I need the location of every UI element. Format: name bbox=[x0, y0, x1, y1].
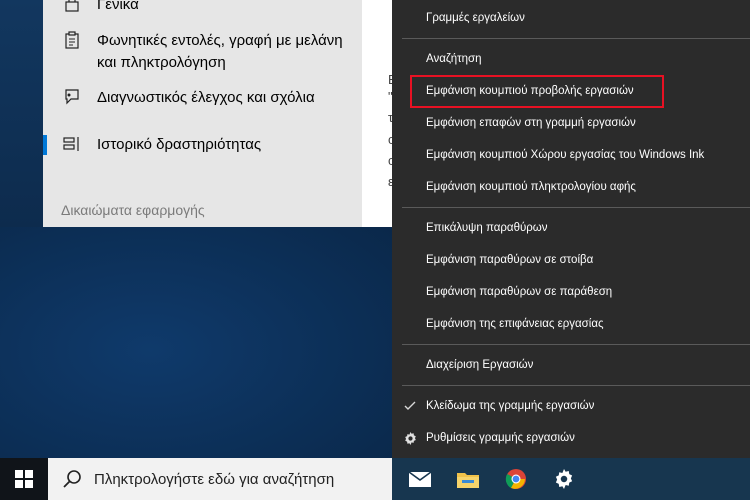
feedback-icon bbox=[61, 87, 83, 107]
section-header: Δικαιώματα εφαρμογής bbox=[61, 202, 205, 218]
chrome-icon[interactable] bbox=[502, 465, 530, 493]
menu-item-lock-taskbar[interactable]: Κλείδωμα της γραμμής εργασιών bbox=[392, 392, 750, 420]
menu-separator bbox=[402, 344, 750, 345]
nav-item-label: Φωνητικές εντολές, γραφή με μελάνη και π… bbox=[97, 32, 343, 71]
menu-item-side-by-side[interactable]: Εμφάνιση παραθύρων σε παράθεση bbox=[392, 278, 750, 306]
start-button[interactable] bbox=[0, 458, 48, 500]
menu-item-task-manager[interactable]: Διαχείριση Εργασιών bbox=[392, 351, 750, 379]
nav-item-label: Γενικά bbox=[97, 0, 139, 13]
menu-item-label: Εμφάνιση παραθύρων σε παράθεση bbox=[426, 286, 613, 298]
taskbar-pinned-area bbox=[392, 458, 750, 500]
settings-window: Γενικά Φωνητικές εντολές, γραφή με μελάν… bbox=[0, 0, 392, 227]
menu-item-label: Εμφάνιση της επιφάνειας εργασίας bbox=[426, 318, 604, 330]
menu-separator bbox=[402, 385, 750, 386]
menu-item-label: Κλείδωμα της γραμμής εργασιών bbox=[426, 400, 595, 412]
nav-item-diagnostics[interactable]: Διαγνωστικός έλεγχος και σχόλια bbox=[61, 87, 352, 109]
search-icon bbox=[63, 470, 81, 488]
lock-icon bbox=[61, 0, 83, 14]
menu-item-show-desktop[interactable]: Εμφάνιση της επιφάνειας εργασίας bbox=[392, 310, 750, 338]
taskbar-context-menu: Γραμμές εργαλείων Αναζήτηση Εμφάνιση κου… bbox=[392, 0, 750, 458]
menu-item-show-people[interactable]: Εμφάνιση επαφών στη γραμμή εργασιών bbox=[392, 109, 750, 137]
menu-separator bbox=[402, 207, 750, 208]
nav-item-activity-history[interactable]: Ιστορικό δραστηριότητας bbox=[61, 134, 352, 156]
timeline-icon bbox=[61, 134, 83, 154]
menu-item-show-touch-keyboard[interactable]: Εμφάνιση κουμπιού πληκτρολογίου αφής bbox=[392, 173, 750, 201]
taskbar-search-box[interactable]: Πληκτρολογήστε εδώ για αναζήτηση bbox=[48, 458, 392, 500]
selected-indicator bbox=[43, 135, 47, 155]
settings-gear-icon[interactable] bbox=[550, 465, 578, 493]
menu-item-stack-windows[interactable]: Εμφάνιση παραθύρων σε στοίβα bbox=[392, 246, 750, 274]
menu-item-show-windows-ink[interactable]: Εμφάνιση κουμπιού Χώρου εργασίας του Win… bbox=[392, 141, 750, 169]
menu-item-label: Διαχείριση Εργασιών bbox=[426, 359, 534, 371]
file-explorer-icon[interactable] bbox=[454, 465, 482, 493]
nav-item-speech-inking[interactable]: Φωνητικές εντολές, γραφή με μελάνη και π… bbox=[61, 30, 352, 74]
search-placeholder: Πληκτρολογήστε εδώ για αναζήτηση bbox=[94, 470, 335, 488]
checkmark-icon bbox=[403, 399, 417, 413]
menu-item-label: Γραμμές εργαλείων bbox=[426, 12, 525, 24]
windows-logo-icon bbox=[15, 470, 33, 488]
gear-icon bbox=[403, 431, 417, 445]
menu-item-toolbars[interactable]: Γραμμές εργαλείων bbox=[392, 4, 750, 32]
settings-content-pane: Ε " τ c c ε bbox=[362, 0, 392, 227]
desktop-strip bbox=[0, 0, 43, 227]
menu-item-cascade-windows[interactable]: Επικάλυψη παραθύρων bbox=[392, 214, 750, 242]
menu-item-label: Εμφάνιση επαφών στη γραμμή εργασιών bbox=[426, 117, 636, 129]
menu-item-label: Εμφάνιση παραθύρων σε στοίβα bbox=[426, 254, 594, 266]
nav-item-label: Διαγνωστικός έλεγχος και σχόλια bbox=[97, 89, 315, 106]
taskbar: Πληκτρολογήστε εδώ για αναζήτηση bbox=[0, 458, 750, 500]
mail-icon[interactable] bbox=[406, 465, 434, 493]
settings-nav-pane: Γενικά Φωνητικές εντολές, γραφή με μελάν… bbox=[43, 0, 362, 227]
menu-item-search[interactable]: Αναζήτηση bbox=[392, 45, 750, 73]
nav-item-label: Ιστορικό δραστηριότητας bbox=[97, 136, 262, 153]
clipboard-icon bbox=[61, 30, 83, 50]
highlight-annotation bbox=[410, 75, 664, 108]
nav-item-general[interactable]: Γενικά bbox=[61, 0, 352, 16]
menu-item-label: Ρυθμίσεις γραμμής εργασιών bbox=[426, 432, 575, 444]
menu-item-label: Εμφάνιση κουμπιού πληκτρολογίου αφής bbox=[426, 181, 636, 193]
menu-item-taskbar-settings[interactable]: Ρυθμίσεις γραμμής εργασιών bbox=[392, 424, 750, 452]
menu-item-label: Εμφάνιση κουμπιού Χώρου εργασίας του Win… bbox=[426, 149, 705, 161]
menu-separator bbox=[402, 38, 750, 39]
menu-item-label: Επικάλυψη παραθύρων bbox=[426, 222, 548, 234]
menu-item-label: Αναζήτηση bbox=[426, 53, 482, 65]
